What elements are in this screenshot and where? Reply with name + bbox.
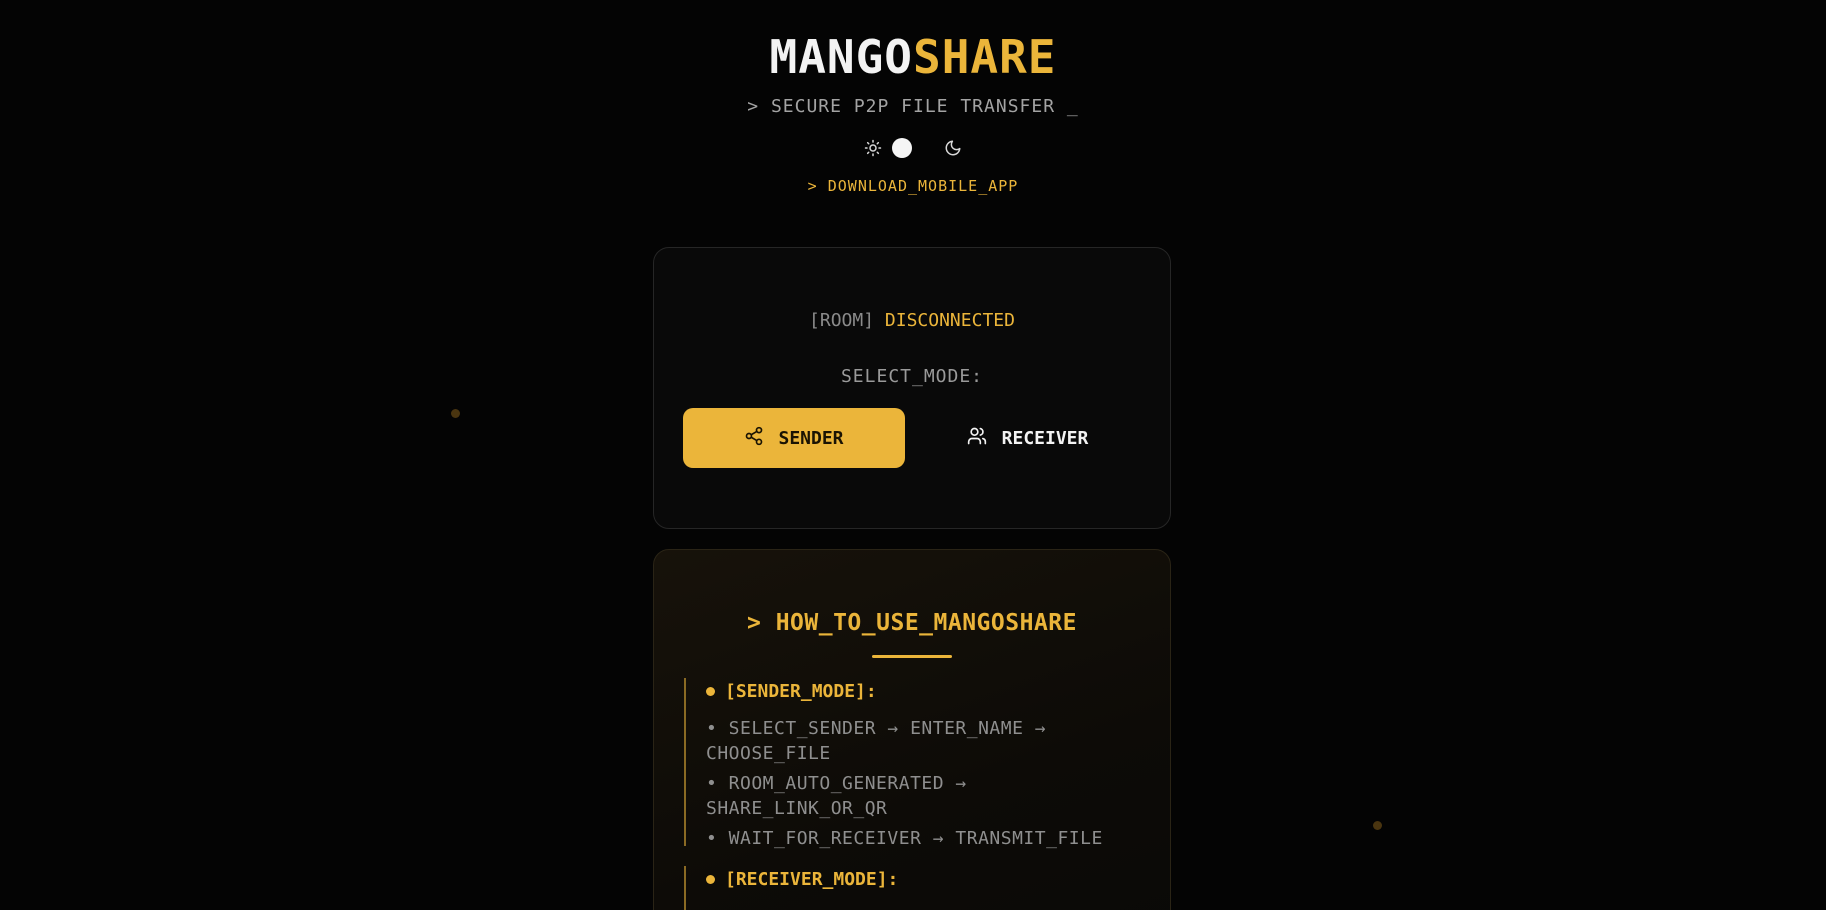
receiver-mode-section: [RECEIVER_MODE]: [684, 866, 1124, 910]
sender-mode-heading: [SENDER_MODE]: [706, 678, 1124, 704]
receiver-mode-heading: [RECEIVER_MODE]: [706, 866, 1124, 892]
list-item: • WAIT_FOR_RECEIVER → TRANSMIT_FILE [706, 828, 1103, 849]
title-underline [872, 655, 952, 658]
share-icon [744, 426, 764, 451]
sender-mode-section: [SENDER_MODE]: • SELECT_SENDER → ENTER_N… [684, 678, 1124, 849]
decorative-dot [451, 409, 460, 418]
header: MANGOSHARE > SECURE P2P FILE TRANSFER _ [0, 28, 1826, 195]
bullet-icon [706, 686, 715, 696]
theme-toggle-knob [892, 138, 912, 158]
sender-mode-title: [SENDER_MODE]: [725, 680, 877, 702]
how-to-title: > HOW_TO_USE_MANGOSHARE [747, 610, 1077, 636]
theme-switcher [0, 135, 1826, 161]
users-icon [966, 426, 988, 451]
how-to-card: > HOW_TO_USE_MANGOSHARE [SENDER_MODE]: •… [653, 549, 1171, 910]
sender-steps-list: • SELECT_SENDER → ENTER_NAME → CHOOSE_FI… [706, 716, 1124, 851]
list-item: • SELECT_SENDER → ENTER_NAME → CHOOSE_FI… [706, 718, 1047, 764]
brand-part-mango: MANGO [769, 30, 913, 84]
theme-toggle[interactable] [890, 137, 924, 159]
tagline: > SECURE P2P FILE TRANSFER _ [747, 96, 1079, 117]
select-mode-label: SELECT_MODE: [840, 366, 984, 387]
receiver-button-label: RECEIVER [1001, 427, 1089, 449]
decorative-dot [1373, 821, 1382, 830]
page: MANGOSHARE > SECURE P2P FILE TRANSFER _ [0, 0, 1826, 910]
room-status-value: DISCONNECTED [884, 310, 1015, 331]
sender-button[interactable]: SENDER [683, 408, 905, 468]
room-status-label: [ROOM] [809, 310, 875, 331]
sun-icon[interactable] [862, 137, 884, 159]
moon-icon[interactable] [942, 137, 964, 159]
sender-button-label: SENDER [778, 427, 844, 449]
receiver-button[interactable]: RECEIVER [916, 408, 1138, 468]
bullet-icon [706, 874, 715, 884]
room-status: [ROOM] DISCONNECTED [654, 310, 1170, 331]
brand-logo: MANGOSHARE [0, 28, 1826, 86]
download-mobile-app-link[interactable]: > DOWNLOAD_MOBILE_APP [808, 177, 1019, 195]
room-card: [ROOM] DISCONNECTED SELECT_MODE: SENDER [653, 247, 1171, 529]
receiver-mode-title: [RECEIVER_MODE]: [725, 868, 899, 890]
list-item: • ROOM_AUTO_GENERATED → SHARE_LINK_OR_QR [706, 773, 967, 819]
brand-part-share: SHARE [913, 30, 1057, 84]
